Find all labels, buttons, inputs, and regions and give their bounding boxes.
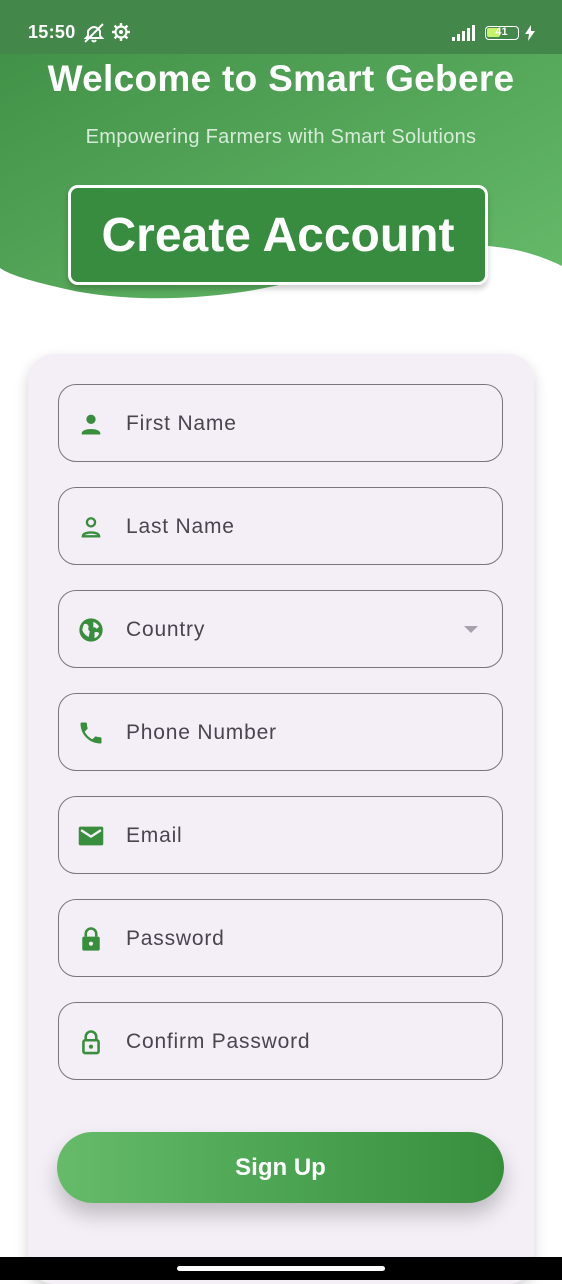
confirm-password-field[interactable]: Confirm Password <box>58 1002 503 1080</box>
password-field[interactable]: Password <box>58 899 503 977</box>
email-icon <box>78 826 104 846</box>
country-label: Country <box>126 618 206 641</box>
country-dropdown[interactable]: Country <box>58 590 503 668</box>
phone-number-label: Phone Number <box>126 721 277 744</box>
chevron-down-icon <box>464 626 478 633</box>
signal-icon <box>452 25 475 41</box>
vibrate-off-icon <box>83 23 105 43</box>
globe-icon <box>79 618 103 642</box>
phone-icon <box>80 722 102 744</box>
battery-level: 41 <box>495 26 508 38</box>
system-navigation-bar <box>0 1257 562 1280</box>
first-name-field[interactable]: First Name <box>58 384 503 462</box>
password-label: Password <box>126 927 225 950</box>
charging-icon <box>525 25 535 41</box>
email-field[interactable]: Email <box>58 796 503 874</box>
lock-icon <box>82 927 100 951</box>
settings-icon <box>112 23 130 41</box>
first-name-label: First Name <box>126 412 237 435</box>
home-indicator[interactable] <box>177 1266 385 1271</box>
create-account-banner: Create Account <box>68 185 488 285</box>
lock-outline-icon <box>82 1030 100 1055</box>
last-name-label: Last Name <box>126 515 235 538</box>
status-bar: 15:50 41 <box>0 0 562 54</box>
confirm-password-label: Confirm Password <box>126 1030 311 1053</box>
phone-number-field[interactable]: Phone Number <box>58 693 503 771</box>
sign-up-button[interactable]: Sign Up <box>57 1132 504 1203</box>
last-name-field[interactable]: Last Name <box>58 487 503 565</box>
battery-icon: 41 <box>485 26 519 40</box>
person-outline-icon <box>81 517 101 538</box>
welcome-subtitle: Empowering Farmers with Smart Solutions <box>85 126 477 148</box>
welcome-title: Welcome to Smart Gebere <box>47 58 515 99</box>
email-label: Email <box>126 824 183 847</box>
person-icon <box>81 414 101 435</box>
status-time: 15:50 <box>28 22 76 42</box>
